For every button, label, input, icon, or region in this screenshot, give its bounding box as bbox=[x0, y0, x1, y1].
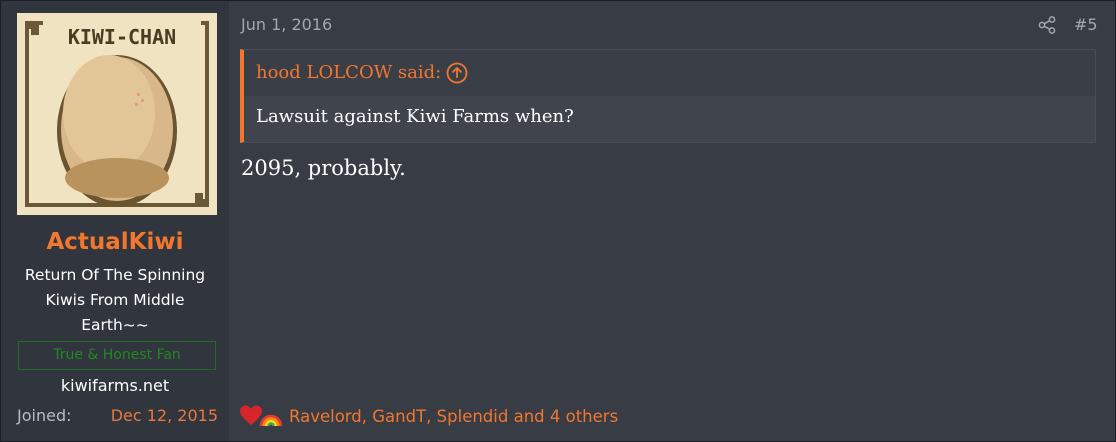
arrow-up-circle-icon[interactable] bbox=[446, 62, 468, 84]
reactions-text[interactable]: Ravelord, GandT, Splendid and 4 others bbox=[289, 407, 618, 426]
reactions-bar[interactable]: Ravelord, GandT, Splendid and 4 others bbox=[239, 402, 618, 430]
quote-header: hood LOLCOW said: bbox=[244, 50, 1095, 96]
quote-author[interactable]: hood LOLCOW said: bbox=[256, 62, 441, 83]
post-body: 2095, probably. bbox=[241, 156, 406, 180]
quote-text: Lawsuit against Kiwi Farms when? bbox=[256, 106, 574, 127]
user-banner: True & Honest Fan bbox=[18, 341, 216, 370]
post-number[interactable]: #5 bbox=[1074, 15, 1098, 34]
post: KIWI-CHAN ActualKiwi Return Of The Spinn… bbox=[0, 0, 1116, 442]
avatar-image: KIWI-CHAN bbox=[17, 13, 217, 215]
share-icon[interactable] bbox=[1038, 16, 1056, 34]
user-title: Return Of The Spinning Kiwis From Middle… bbox=[24, 266, 206, 334]
quote-block: hood LOLCOW said: Lawsuit against Kiwi F… bbox=[240, 49, 1096, 143]
joined-label: Joined: bbox=[17, 406, 72, 425]
rainbow-icon[interactable] bbox=[259, 404, 283, 428]
avatar-caption: KIWI-CHAN bbox=[68, 25, 176, 49]
user-sidebar: KIWI-CHAN ActualKiwi Return Of The Spinn… bbox=[1, 1, 229, 441]
username[interactable]: ActualKiwi bbox=[1, 229, 229, 255]
post-date[interactable]: Jun 1, 2016 bbox=[241, 15, 332, 34]
user-site: kiwifarms.net bbox=[60, 376, 170, 395]
joined-value: Dec 12, 2015 bbox=[110, 406, 218, 425]
avatar[interactable]: KIWI-CHAN bbox=[17, 13, 217, 215]
